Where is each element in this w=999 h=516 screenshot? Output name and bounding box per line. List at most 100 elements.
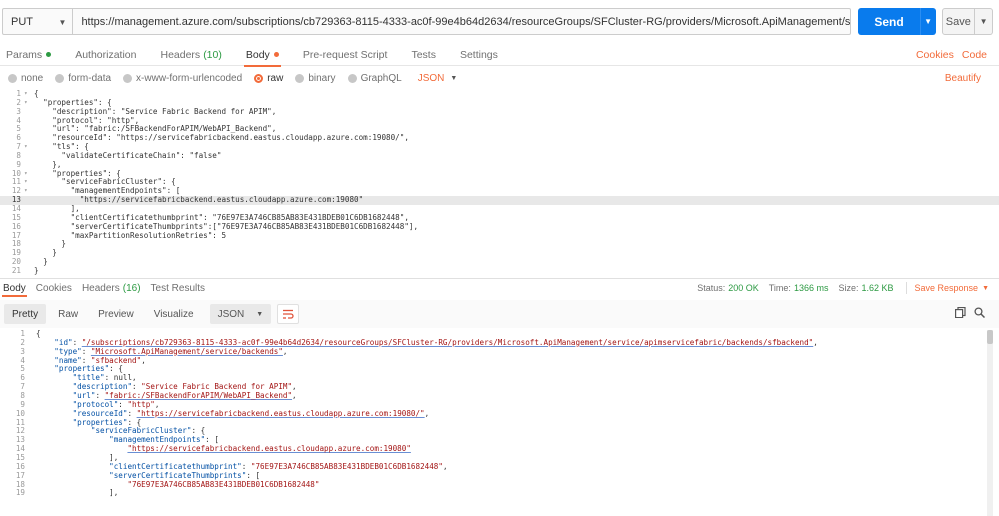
radio-label: x-www-form-urlencoded <box>136 72 243 84</box>
radio-binary[interactable]: binary <box>295 72 336 84</box>
scrollbar-thumb[interactable] <box>987 330 993 344</box>
tab-headers[interactable]: Headers (10) <box>160 44 221 66</box>
copy-icon[interactable] <box>955 307 966 318</box>
code-text: "validateCertificateChain": "false" <box>34 150 222 160</box>
status-label: Status: <box>697 283 726 293</box>
send-button[interactable]: Send <box>858 8 920 35</box>
code-line: 19 } <box>0 248 999 258</box>
view-raw[interactable]: Raw <box>50 304 86 324</box>
code-line: 1 ▾{ <box>0 89 999 99</box>
status-value[interactable]: 200 OK <box>728 283 759 293</box>
body-format-select[interactable]: JSON ▼ <box>418 73 458 84</box>
tab-authorization[interactable]: Authorization <box>75 44 136 66</box>
tab-body[interactable]: Body <box>243 44 281 67</box>
fold-arrow-icon[interactable]: ▾ <box>24 143 34 152</box>
wrap-lines-icon <box>283 309 294 319</box>
json-value[interactable]: "https://servicefabricbackend.eastus.clo… <box>127 444 410 453</box>
view-preview[interactable]: Preview <box>90 304 142 324</box>
line-number: 8 <box>20 391 25 401</box>
method-select[interactable]: PUT ▼ <box>2 8 74 35</box>
tab-tests[interactable]: Tests <box>411 44 436 66</box>
code-line: 10 "resourceId": "https://servicefabricb… <box>0 409 990 419</box>
cookies-link[interactable]: Cookies <box>916 49 954 61</box>
response-body[interactable]: 1{2 "id": "/subscriptions/cb729363-8115-… <box>0 329 990 516</box>
code-text: "https://servicefabricbackend.eastus.clo… <box>34 195 364 205</box>
time-value[interactable]: 1366 ms <box>794 283 829 293</box>
search-icon[interactable] <box>974 307 985 318</box>
json-value: { <box>136 417 142 427</box>
code-link[interactable]: Code <box>962 49 987 61</box>
view-pretty[interactable]: Pretty <box>4 304 47 324</box>
json-value[interactable]: "/subscriptions/cb729363-8115-4333-ac0f-… <box>82 338 814 347</box>
response-tab-headers[interactable]: Headers (16) <box>82 279 141 297</box>
response-tab-test-results[interactable]: Test Results <box>151 279 205 297</box>
json-value: "76E97E3A746CB85AB83E431BDEB01C6DB168244… <box>250 461 443 471</box>
radio-none[interactable]: none <box>8 73 43 84</box>
line-number: 19 <box>15 488 25 498</box>
json-value[interactable]: "Microsoft.ApiManagement/service/backend… <box>91 347 283 356</box>
tab-label: Headers <box>160 48 201 61</box>
fold-arrow-icon[interactable]: ▾ <box>24 99 34 108</box>
response-format-select[interactable]: JSON ▼ <box>209 304 272 324</box>
fold-arrow-icon[interactable]: ▾ <box>24 187 34 196</box>
radio-form-data[interactable]: form-data <box>55 73 111 84</box>
response-tools <box>955 307 985 318</box>
send-options-chevron-down-icon[interactable]: ▼ <box>919 8 936 35</box>
request-tabs: Params Authorization Headers (10) Body Pre-re… <box>0 44 999 67</box>
chevron-down-icon: ▼ <box>58 18 67 27</box>
json-value[interactable]: "fabric:/SFBackendForAPIM/WebAPI_Backend… <box>105 391 292 400</box>
code-line: 8 "validateCertificateChain": "false" <box>0 150 999 161</box>
code-line: 3 "type": "Microsoft.ApiManagement/servi… <box>0 347 990 357</box>
url-input[interactable]: https://management.azure.com/subscriptio… <box>73 8 852 35</box>
json-value: "sfbackend" <box>90 355 142 365</box>
save-options-chevron-down-icon[interactable]: ▼ <box>975 8 993 35</box>
response-scrollbar[interactable] <box>987 330 993 516</box>
fold-arrow-icon[interactable]: ▾ <box>24 178 34 187</box>
url-text: https://management.azure.com/subscriptio… <box>81 15 851 28</box>
response-format-label: JSON <box>217 308 245 320</box>
radio-graphql[interactable]: GraphQL <box>347 73 402 84</box>
radio-label: form-data <box>68 72 112 84</box>
radio-x-www-form-urlencoded[interactable]: x-www-form-urlencoded <box>123 73 242 84</box>
code-line: 3 "description": "Service Fabric Backend… <box>0 107 999 117</box>
tab-params[interactable]: Params <box>6 44 52 66</box>
size-value[interactable]: 1.62 KB <box>861 283 893 293</box>
response-tab-body[interactable]: Body <box>2 279 27 297</box>
save-button[interactable]: Save <box>941 8 976 35</box>
tab-settings[interactable]: Settings <box>460 44 498 66</box>
json-value: "http" <box>127 399 155 409</box>
beautify-button[interactable]: Beautify <box>945 68 981 88</box>
radio-circle-icon <box>254 73 264 83</box>
fold-arrow-icon[interactable]: ▾ <box>24 90 34 99</box>
fold-arrow-icon[interactable]: ▾ <box>24 170 34 179</box>
request-body-editor[interactable]: 1 ▾{2 ▾ "properties": {3 "description": "S… <box>0 89 999 277</box>
request-right-links: Cookies Code <box>916 44 987 66</box>
json-key: "url" <box>72 391 96 401</box>
response-tab-cookies[interactable]: Cookies <box>36 279 72 297</box>
json-key: "description" <box>72 382 133 392</box>
tab-label: Pre-request Script <box>302 48 388 61</box>
json-key: "serverCertificateThumbprints" <box>109 470 247 480</box>
view-visualize[interactable]: Visualize <box>146 304 202 324</box>
wrap-lines-button[interactable] <box>277 304 300 324</box>
tab-pre-request-script[interactable]: Pre-request Script <box>303 44 388 66</box>
json-key: "managementEndpoints" <box>109 435 206 445</box>
radio-raw[interactable]: raw <box>254 73 283 84</box>
json-key: "protocol" <box>72 399 119 409</box>
code-text: ], <box>36 488 119 498</box>
code-line: 20 } <box>0 257 999 267</box>
radio-label: binary <box>308 72 336 84</box>
json-value: "76E97E3A746CB85AB83E431BDEB01C6DB168244… <box>127 479 320 489</box>
status-dot-icon <box>46 52 52 57</box>
line-number: 2 <box>20 337 25 347</box>
json-value: [ <box>214 435 219 445</box>
save-response-button[interactable]: Save Response ▼ <box>915 283 989 293</box>
radio-circle-icon <box>347 73 357 83</box>
json-value[interactable]: "https://servicefabricbackend.eastus.clo… <box>137 409 425 418</box>
tab-label: Headers <box>81 282 120 294</box>
